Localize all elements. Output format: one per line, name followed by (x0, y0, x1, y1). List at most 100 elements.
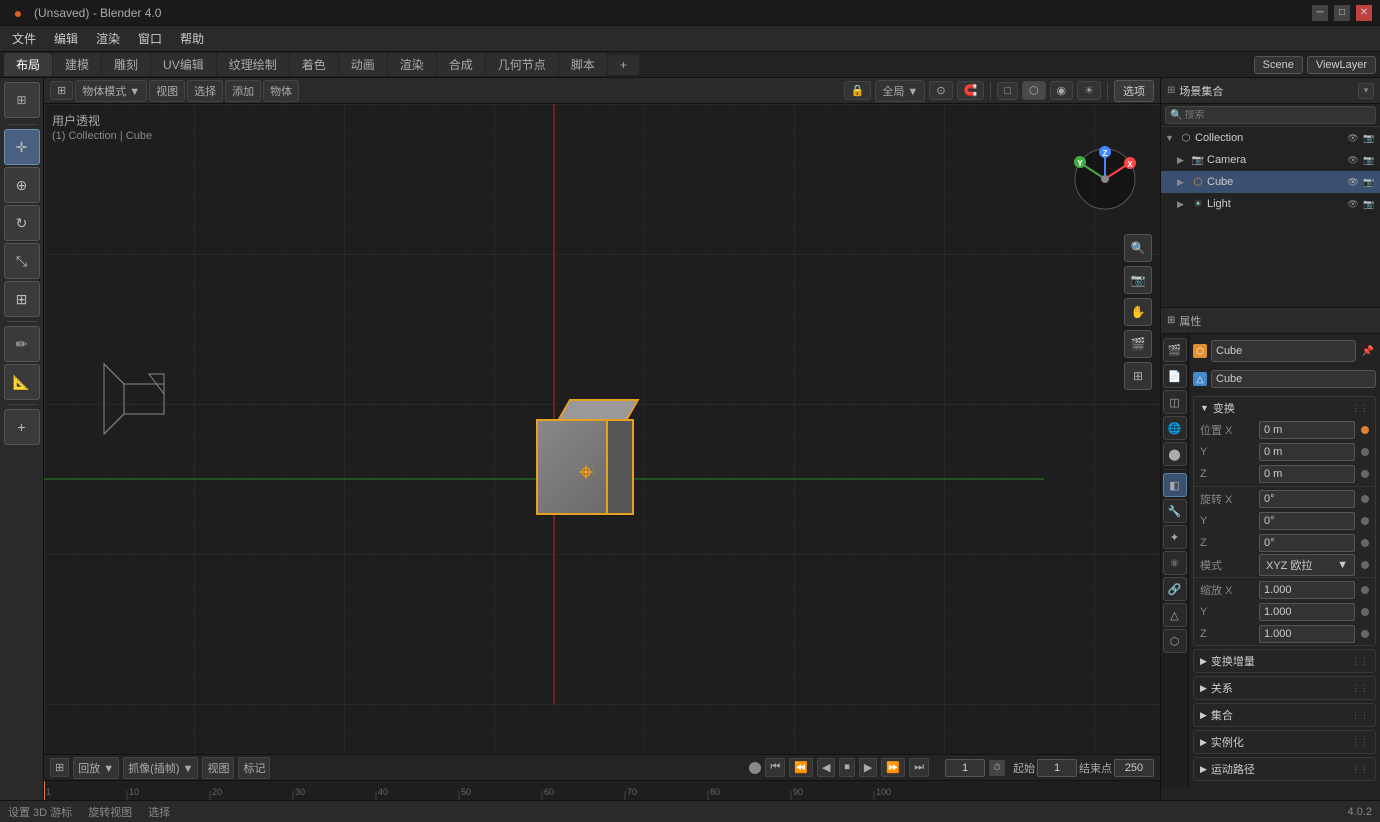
tab-geometry-nodes[interactable]: 几何节点 (486, 53, 558, 76)
rotation-y-input[interactable]: 0° (1259, 512, 1355, 530)
overlays-button[interactable]: 选项 (1114, 80, 1154, 102)
camera-view-button[interactable]: 🎬 (1124, 330, 1152, 358)
collection-visibility-button[interactable]: 👁 (1346, 131, 1360, 145)
collection-expand-icon[interactable]: ▼ (1165, 133, 1177, 143)
solid-shading-button[interactable]: ⬡ (1022, 81, 1046, 100)
move-tool-button[interactable]: ⊕ (4, 167, 40, 203)
tab-texture-paint[interactable]: 纹理绘制 (217, 53, 289, 76)
collection-props-header[interactable]: ▶ 集合 ⋮⋮ (1194, 704, 1375, 726)
output-props-button[interactable]: 📄 (1163, 364, 1187, 388)
cursor-tool-button[interactable]: ✛ (4, 129, 40, 165)
tab-add-button[interactable]: + (608, 55, 639, 75)
particles-props-button[interactable]: ✦ (1163, 525, 1187, 549)
location-x-lock[interactable] (1361, 426, 1369, 434)
physics-props-button[interactable]: ⚛ (1163, 551, 1187, 575)
tab-compositing[interactable]: 合成 (437, 53, 485, 76)
instancing-header[interactable]: ▶ 实例化 ⋮⋮ (1194, 731, 1375, 753)
render-props-button[interactable]: 🎬 (1163, 338, 1187, 362)
object-props-button[interactable]: ◧ (1163, 473, 1187, 497)
relations-header[interactable]: ▶ 关系 ⋮⋮ (1194, 677, 1375, 699)
snap-button[interactable]: 🧲 (957, 81, 985, 100)
cube-visibility-button[interactable]: 👁 (1346, 175, 1360, 189)
cube-render-button[interactable]: 📷 (1362, 175, 1376, 189)
modifier-props-button[interactable]: 🔧 (1163, 499, 1187, 523)
window-controls[interactable]: ─ □ ✕ (1312, 5, 1372, 21)
scale-y-input[interactable]: 1.000 (1259, 603, 1355, 621)
pan-button[interactable]: ✋ (1124, 298, 1152, 326)
edit-menu[interactable]: 编辑 (46, 28, 86, 49)
quad-view-button[interactable]: ⊞ (1124, 362, 1152, 390)
viewport-canvas[interactable]: Z X Y 🔍 📷 ✋ 🎬 ⊞ (44, 104, 1160, 754)
file-menu[interactable]: 文件 (4, 28, 44, 49)
collection-render-button[interactable]: 📷 (1362, 131, 1376, 145)
location-z-lock[interactable] (1361, 470, 1369, 478)
scene-props-button[interactable]: 🌐 (1163, 416, 1187, 440)
outliner-camera-row[interactable]: ▶ 📷 Camera 👁 📷 (1161, 149, 1380, 171)
scene-selector[interactable]: Scene (1254, 56, 1303, 74)
markers-menu-button[interactable]: 标记 (238, 757, 270, 779)
object-name-field[interactable]: Cube (1211, 340, 1356, 362)
location-y-lock[interactable] (1361, 448, 1369, 456)
view-layer-props-button[interactable]: ◫ (1163, 390, 1187, 414)
tab-shading[interactable]: 着色 (290, 53, 338, 76)
add-object-button[interactable]: + (4, 409, 40, 445)
world-props-button[interactable]: ⬤ (1163, 442, 1187, 466)
location-z-input[interactable]: 0 m (1259, 465, 1355, 483)
camera-visibility-button[interactable]: 👁 (1346, 153, 1360, 167)
scale-x-lock[interactable] (1361, 586, 1369, 594)
tab-sculpting[interactable]: 雕刻 (102, 53, 150, 76)
tab-layout[interactable]: 布局 (4, 53, 52, 76)
viewport-mode-button[interactable]: 物体模式 ▼ (75, 80, 147, 102)
light-render-button[interactable]: 📷 (1362, 197, 1376, 211)
tab-rendering[interactable]: 渲染 (388, 53, 436, 76)
end-frame-input[interactable]: 250 (1114, 759, 1154, 777)
rotation-mode-dropdown[interactable]: XYZ 欧拉 ▼ (1259, 554, 1355, 576)
constraints-props-button[interactable]: 🔗 (1163, 577, 1187, 601)
tab-scripting[interactable]: 脚本 (559, 53, 607, 76)
camera-expand-icon[interactable]: ▶ (1177, 155, 1189, 166)
editor-type-tl-button[interactable]: ⊞ (50, 758, 69, 777)
render-menu[interactable]: 渲染 (88, 28, 128, 49)
wireframe-shading-button[interactable]: □ (997, 82, 1018, 100)
outliner-collection-row[interactable]: ▼ ⬡ Collection 👁 📷 (1161, 127, 1380, 149)
select-menu-button[interactable]: 选择 (187, 80, 223, 102)
jump-start-button[interactable]: ⏮ (765, 758, 785, 777)
view-tl-menu-button[interactable]: 视图 (202, 757, 234, 779)
location-y-input[interactable]: 0 m (1259, 443, 1355, 461)
jump-end-button[interactable]: ⏭ (909, 758, 929, 777)
add-menu-button[interactable]: 添加 (225, 80, 261, 102)
light-visibility-button[interactable]: 👁 (1346, 197, 1360, 211)
material-preview-button[interactable]: ◉ (1050, 81, 1074, 100)
outliner-light-row[interactable]: ▶ ☀ Light 👁 📷 (1161, 193, 1380, 215)
delta-transform-header[interactable]: ▶ 变换增量 ⋮⋮ (1194, 650, 1375, 672)
camera-render-button[interactable]: 📷 (1362, 153, 1376, 167)
rotation-z-lock[interactable] (1361, 539, 1369, 547)
minimize-button[interactable]: ─ (1312, 5, 1328, 21)
cube-expand-icon[interactable]: ▶ (1177, 177, 1189, 188)
rendered-shading-button[interactable]: ☀ (1077, 81, 1101, 100)
material-props-button[interactable]: ⬡ (1163, 629, 1187, 653)
viewlayer-selector[interactable]: ViewLayer (1307, 56, 1376, 74)
play-forward-button[interactable]: ▶ (859, 758, 877, 777)
pin-object-button[interactable]: 📌 (1360, 343, 1376, 359)
start-frame-input[interactable]: 1 (1037, 759, 1077, 777)
viewport-gizmo[interactable]: Z X Y (1070, 144, 1140, 214)
scale-z-lock[interactable] (1361, 630, 1369, 638)
mesh-name-field[interactable]: Cube (1211, 370, 1376, 388)
scale-x-input[interactable]: 1.000 (1259, 581, 1355, 599)
tab-animation[interactable]: 动画 (339, 53, 387, 76)
scale-tool-button[interactable]: ⤡ (4, 243, 40, 279)
stop-button[interactable]: ⏹ (839, 758, 855, 777)
keying-menu-button[interactable]: 抓像(插帧) ▼ (123, 757, 198, 779)
transform-section-header[interactable]: ▼ 变换 ⋮⋮ (1194, 397, 1375, 419)
scale-z-input[interactable]: 1.000 (1259, 625, 1355, 643)
object-menu-button[interactable]: 物体 (263, 80, 299, 102)
current-frame-display[interactable]: 1 (945, 759, 985, 777)
help-menu[interactable]: 帮助 (172, 28, 212, 49)
outliner-filter-button[interactable]: ▾ (1358, 83, 1374, 99)
scale-y-lock[interactable] (1361, 608, 1369, 616)
viewport-lock-button[interactable]: 🔒 (844, 81, 872, 100)
maximize-button[interactable]: □ (1334, 5, 1350, 21)
window-menu[interactable]: 窗口 (130, 28, 170, 49)
zoom-in-button[interactable]: 🔍 (1124, 234, 1152, 262)
